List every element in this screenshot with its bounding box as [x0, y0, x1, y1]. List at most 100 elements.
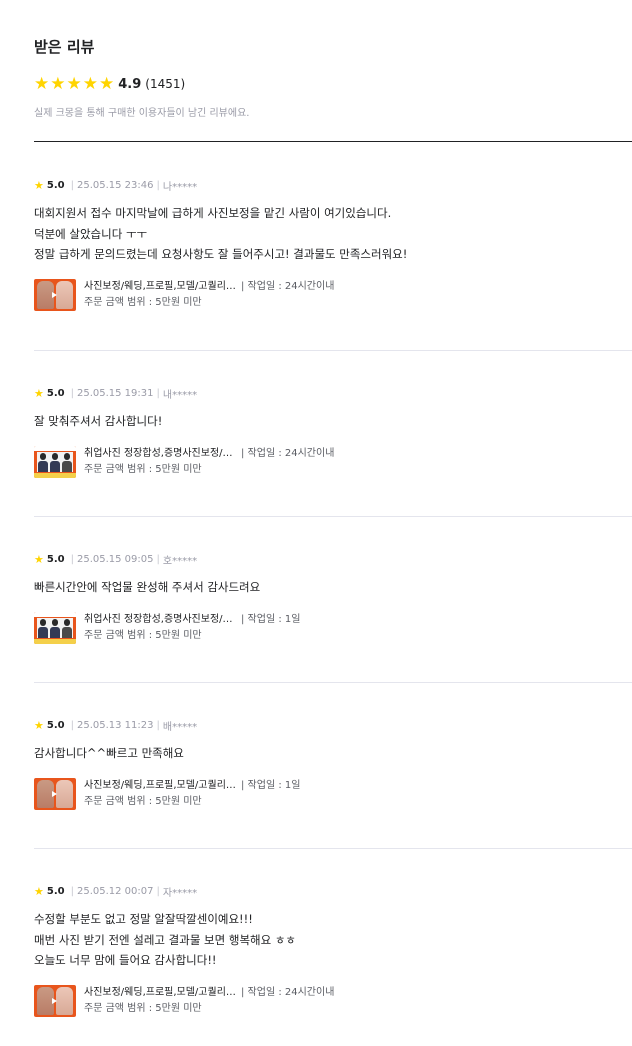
product-thumbnail[interactable] [34, 777, 76, 810]
review-date: 25.05.15 09:05 [76, 553, 154, 565]
star-icon: ★ [34, 884, 44, 898]
star-icon: ★ [34, 386, 44, 400]
thumbnail-band [34, 611, 76, 617]
separator: | [70, 553, 74, 565]
reviewer-name: 배***** [162, 721, 198, 733]
product-name[interactable]: 사진보정/웨딩,프로필,모델/고퀄리티 보정 [84, 778, 237, 794]
separator: | [70, 885, 74, 897]
review-text-line: 덕분에 살았습니다 ㅜㅜ [34, 226, 148, 241]
review-text-line: 수정할 부분도 없고 정말 알잘딱깔센이예요!!! [34, 912, 253, 926]
product-thumbnail[interactable] [34, 984, 76, 1017]
review-item: ★ 5.0 | 25.05.12 00:07 | 자***** 수정할 부분도 없고 정말 … [34, 884, 632, 1017]
product-info: 사진보정/웨딩,프로필,모델/고퀄리티 보정 | 작업일 : 1일주문 금액 범위… [84, 778, 300, 810]
review-text: 빠른시간안에 작업물 완성해 주셔서 감사드려요 [34, 577, 632, 598]
person-icon [37, 451, 49, 472]
thumbnail-band [34, 445, 76, 451]
review-date: 25.05.12 00:07 [76, 885, 154, 897]
review-item: ★ 5.0 | 25.05.15 09:05 | 호***** 빠른시간안에 작업물 완성해… [34, 552, 632, 644]
product-info: 취업사진 정장합성,증명사진보정/여권사진 | 작업일 : 1일주문 금액 범위 … [84, 612, 300, 644]
arrow-icon [52, 291, 57, 298]
reviewer-name: 호***** [162, 555, 198, 567]
review-score: 5.0 [46, 885, 65, 897]
product-thumbnail[interactable] [34, 611, 76, 644]
product-name[interactable]: 사진보정/웨딩,프로필,모델/고퀄리티 보정 [84, 985, 237, 1001]
price-range: 주문 금액 범위 : 5만원 미만 [84, 1002, 202, 1014]
review-date: 25.05.13 11:23 [76, 719, 154, 731]
separator: | [156, 553, 160, 565]
work-duration: | 작업일 : 24시간이내 [241, 280, 335, 292]
person-icon [49, 451, 61, 472]
product-name[interactable]: 취업사진 정장합성,증명사진보정/여권사진 [84, 612, 237, 628]
review-text: 수정할 부분도 없고 정말 알잘딱깔센이예요!!! 매번 사진 받기 전엔 설레고… [34, 909, 632, 971]
product-name[interactable]: 사진보정/웨딩,프로필,모델/고퀄리티 보정 [84, 279, 237, 295]
after-photo-shape [56, 280, 73, 309]
review-text: 잘 맞춰주셔서 감사합니다! [34, 411, 632, 432]
review-divider [34, 848, 632, 849]
person-icon [49, 617, 61, 638]
review-meta: ★ 5.0 | 25.05.15 19:31 | 내***** [34, 386, 632, 401]
reviews-section: 받은 리뷰 ★ ★ ★ ★ ★ 4.9 (1451) 실제 크몽을 통해 구매한… [0, 0, 632, 1046]
review-item: ★ 5.0 | 25.05.13 11:23 | 배***** 감사합니다^^빠르고 만족해… [34, 718, 632, 810]
arrow-icon [52, 790, 57, 797]
separator: | [70, 179, 74, 191]
section-title: 받은 리뷰 [34, 38, 95, 56]
star-icon: ★ [50, 73, 66, 94]
review-product[interactable]: 사진보정/웨딩,프로필,모델/고퀄리티 보정 | 작업일 : 24시간이내주문 금… [34, 984, 632, 1017]
arrow-icon [52, 997, 57, 1004]
product-thumbnail[interactable] [34, 445, 76, 478]
rating-stars: ★ ★ ★ ★ ★ [34, 73, 114, 94]
review-product[interactable]: 취업사진 정장합성,증명사진보정/여권사진 | 작업일 : 24시간이내주문 금액… [34, 445, 632, 478]
separator: | [156, 719, 160, 731]
separator: | [156, 179, 160, 191]
product-info: 취업사진 정장합성,증명사진보정/여권사진 | 작업일 : 24시간이내주문 금액… [84, 446, 334, 478]
product-name[interactable]: 취업사진 정장합성,증명사진보정/여권사진 [84, 446, 237, 462]
after-photo-shape [56, 779, 73, 808]
review-text: 대회지원서 접수 마지막날에 급하게 사진보정을 맡긴 사람이 여기있습니다. 덕… [34, 203, 632, 265]
work-duration: | 작업일 : 24시간이내 [241, 986, 335, 998]
header-divider [34, 141, 632, 142]
review-text-line: 매번 사진 받기 전엔 설레고 결과물 보면 행복해요 ㅎㅎ [34, 932, 297, 947]
work-duration: | 작업일 : 1일 [241, 613, 301, 625]
review-text-line: 정말 급하게 문의드렸는데 요청사항도 잘 들어주시고! 결과물도 만족스러워요… [34, 247, 408, 261]
reviewer-name: 내***** [162, 389, 198, 401]
reviewer-name: 자***** [162, 887, 198, 899]
person-icon [61, 617, 73, 638]
work-duration: | 작업일 : 1일 [241, 779, 301, 791]
separator: | [156, 885, 160, 897]
star-icon: ★ [34, 178, 44, 192]
separator: | [70, 719, 74, 731]
review-text-line: 대회지원서 접수 마지막날에 급하게 사진보정을 맡긴 사람이 여기있습니다. [34, 206, 392, 220]
thumbnail-band [34, 472, 76, 478]
review-product[interactable]: 취업사진 정장합성,증명사진보정/여권사진 | 작업일 : 1일주문 금액 범위 … [34, 611, 632, 644]
review-item: ★ 5.0 | 25.05.15 19:31 | 내***** 잘 맞춰주셔서 감사합니다!… [34, 386, 632, 478]
product-info: 사진보정/웨딩,프로필,모델/고퀄리티 보정 | 작업일 : 24시간이내주문 금… [84, 985, 334, 1017]
separator: | [156, 387, 160, 399]
review-text-line: 빠른시간안에 작업물 완성해 주셔서 감사드려요 [34, 580, 261, 594]
review-divider [34, 350, 632, 351]
review-product[interactable]: 사진보정/웨딩,프로필,모델/고퀄리티 보정 | 작업일 : 1일주문 금액 범위… [34, 777, 632, 810]
review-divider [34, 516, 632, 517]
average-rating: 4.9 [118, 76, 142, 92]
price-range: 주문 금액 범위 : 5만원 미만 [84, 795, 202, 807]
star-icon: ★ [34, 73, 50, 94]
review-text: 감사합니다^^빠르고 만족해요 [34, 743, 632, 764]
price-range: 주문 금액 범위 : 5만원 미만 [84, 629, 202, 641]
review-date: 25.05.15 23:46 [76, 179, 154, 191]
review-score: 5.0 [46, 387, 65, 399]
price-range: 주문 금액 범위 : 5만원 미만 [84, 296, 202, 308]
review-score: 5.0 [46, 553, 65, 565]
star-icon: ★ [34, 552, 44, 566]
review-meta: ★ 5.0 | 25.05.12 00:07 | 자***** [34, 884, 632, 899]
product-thumbnail[interactable] [34, 278, 76, 311]
price-range: 주문 금액 범위 : 5만원 미만 [84, 463, 202, 475]
review-meta: ★ 5.0 | 25.05.15 09:05 | 호***** [34, 552, 632, 567]
review-divider [34, 682, 632, 683]
review-product[interactable]: 사진보정/웨딩,프로필,모델/고퀄리티 보정 | 작업일 : 24시간이내주문 금… [34, 278, 632, 311]
review-item: ★ 5.0 | 25.05.15 23:46 | 나***** 대회지원서 접수 마지막날에… [34, 178, 632, 311]
review-text-line: 오늘도 너무 맘에 들어요 감사합니다!! [34, 953, 217, 967]
star-icon: ★ [34, 718, 44, 732]
review-meta: ★ 5.0 | 25.05.15 23:46 | 나***** [34, 178, 632, 193]
person-icon [37, 617, 49, 638]
review-score: 5.0 [46, 719, 65, 731]
star-icon: ★ [82, 73, 98, 94]
